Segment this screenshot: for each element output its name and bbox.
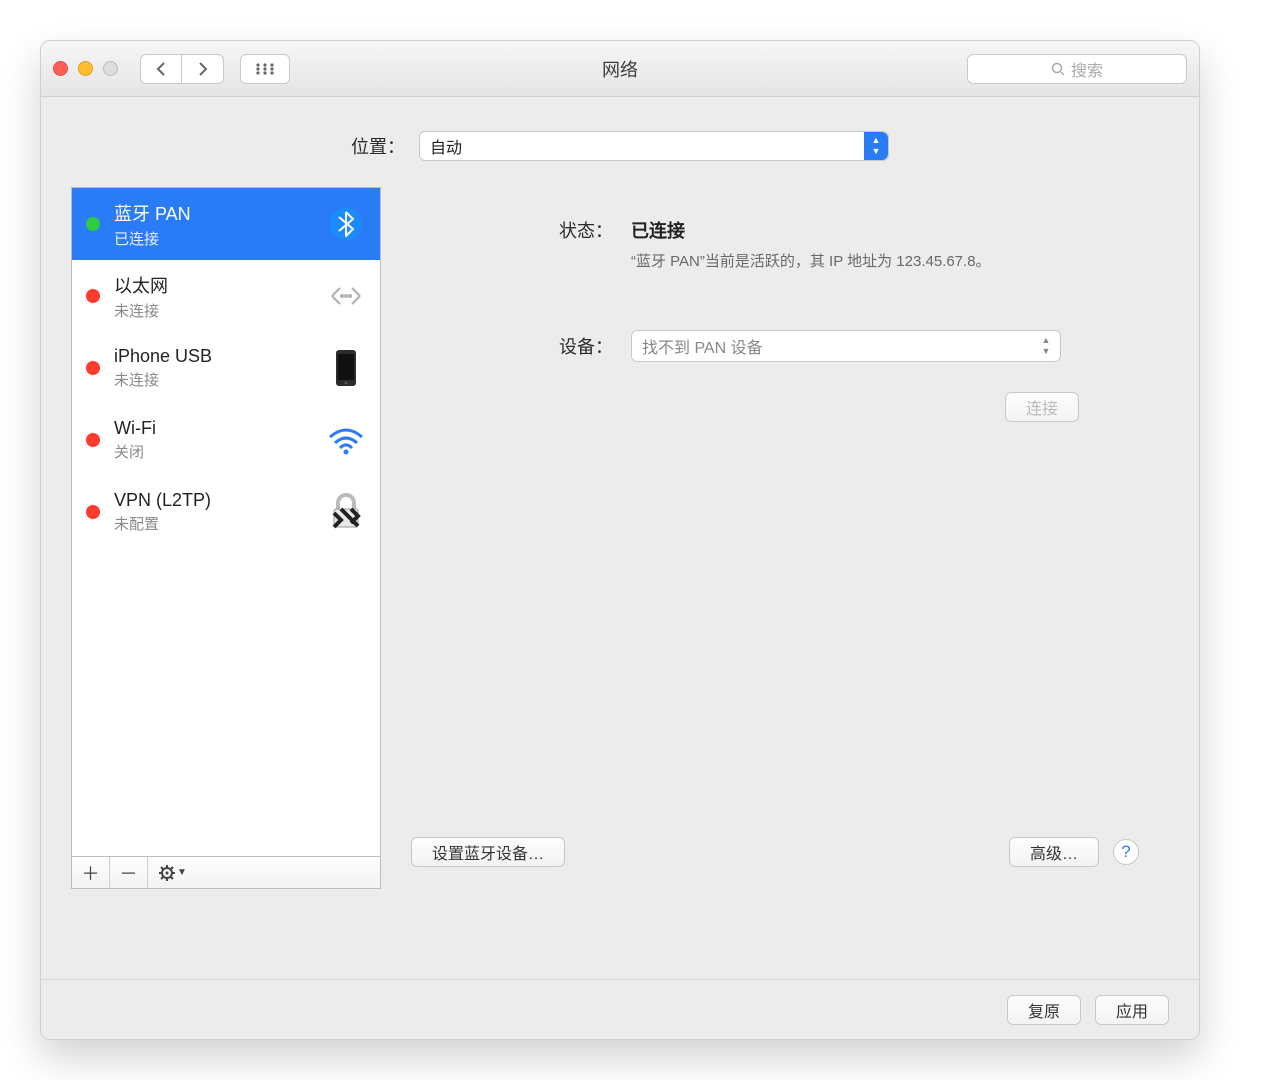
service-item-vpn[interactable]: VPN (L2TP) 未配置 <box>72 476 380 548</box>
title-bar: 网络 搜索 <box>41 41 1199 97</box>
lock-icon <box>326 492 366 532</box>
search-input[interactable]: 搜索 <box>967 54 1187 84</box>
service-status: 关闭 <box>114 441 312 462</box>
apply-button[interactable]: 应用 <box>1095 995 1169 1025</box>
status-description: “蓝牙 PAN”当前是活跃的，其 IP 地址为 123.45.67.8。 <box>631 251 1139 274</box>
service-item-ethernet[interactable]: 以太网 未连接 <box>72 260 380 332</box>
wifi-icon <box>326 420 366 460</box>
back-button[interactable] <box>140 54 182 84</box>
add-service-button[interactable]: ＋ <box>72 857 110 888</box>
chevron-updown-icon: ▲▼ <box>864 132 888 160</box>
close-window-icon[interactable] <box>53 61 68 76</box>
status-dot-icon <box>86 433 100 447</box>
service-list: 蓝牙 PAN 已连接 以太网 未连接 <box>71 187 381 857</box>
nav-buttons <box>140 54 224 84</box>
zoom-window-icon <box>103 61 118 76</box>
service-name: Wi-Fi <box>114 418 312 439</box>
status-label: 状态： <box>411 217 631 274</box>
show-all-button[interactable] <box>240 54 290 84</box>
service-item-wifi[interactable]: Wi-Fi 关闭 <box>72 404 380 476</box>
grid-icon <box>255 62 275 76</box>
gear-icon <box>159 865 175 881</box>
service-status: 未连接 <box>114 369 312 390</box>
status-dot-icon <box>86 505 100 519</box>
service-name: 蓝牙 PAN <box>114 200 312 226</box>
chevron-updown-icon: ▲▼ <box>1038 331 1054 361</box>
status-dot-icon <box>86 217 100 231</box>
location-value: 自动 <box>430 134 462 158</box>
iphone-icon <box>326 348 366 388</box>
service-item-bluetooth-pan[interactable]: 蓝牙 PAN 已连接 <box>72 188 380 260</box>
setup-bluetooth-button[interactable]: 设置蓝牙设备… <box>411 837 565 867</box>
service-name: 以太网 <box>114 272 312 298</box>
search-icon <box>1051 62 1065 76</box>
detail-pane: 状态： 已连接 “蓝牙 PAN”当前是活跃的，其 IP 地址为 123.45.6… <box>411 187 1169 889</box>
revert-button[interactable]: 复原 <box>1007 995 1081 1025</box>
forward-button[interactable] <box>182 54 224 84</box>
help-button[interactable]: ? <box>1113 839 1139 865</box>
device-label: 设备： <box>411 333 631 359</box>
status-value: 已连接 <box>631 221 685 241</box>
location-label: 位置： <box>351 133 405 159</box>
ethernet-icon <box>326 276 366 316</box>
service-name: iPhone USB <box>114 346 312 367</box>
service-status: 未连接 <box>114 300 312 321</box>
status-dot-icon <box>86 361 100 375</box>
service-status: 未配置 <box>114 513 312 534</box>
connect-button[interactable]: 连接 <box>1005 392 1079 422</box>
search-placeholder: 搜索 <box>1071 57 1103 81</box>
device-select[interactable]: 找不到 PAN 设备 ▲▼ <box>631 330 1061 362</box>
service-list-footer: ＋ － ▼ <box>71 857 381 889</box>
remove-service-button[interactable]: － <box>110 857 148 888</box>
bluetooth-icon <box>326 204 366 244</box>
location-select[interactable]: 自动 ▲▼ <box>419 131 889 161</box>
device-value: 找不到 PAN 设备 <box>642 334 763 358</box>
bottom-bar: 复原 应用 <box>41 979 1199 1039</box>
service-status: 已连接 <box>114 228 312 249</box>
chevron-down-icon: ▼ <box>177 867 187 878</box>
advanced-button[interactable]: 高级… <box>1009 837 1099 867</box>
service-actions-button[interactable]: ▼ <box>148 857 198 888</box>
minimize-window-icon[interactable] <box>78 61 93 76</box>
service-name: VPN (L2TP) <box>114 490 312 511</box>
window-controls <box>53 61 118 76</box>
service-item-iphone-usb[interactable]: iPhone USB 未连接 <box>72 332 380 404</box>
status-dot-icon <box>86 289 100 303</box>
